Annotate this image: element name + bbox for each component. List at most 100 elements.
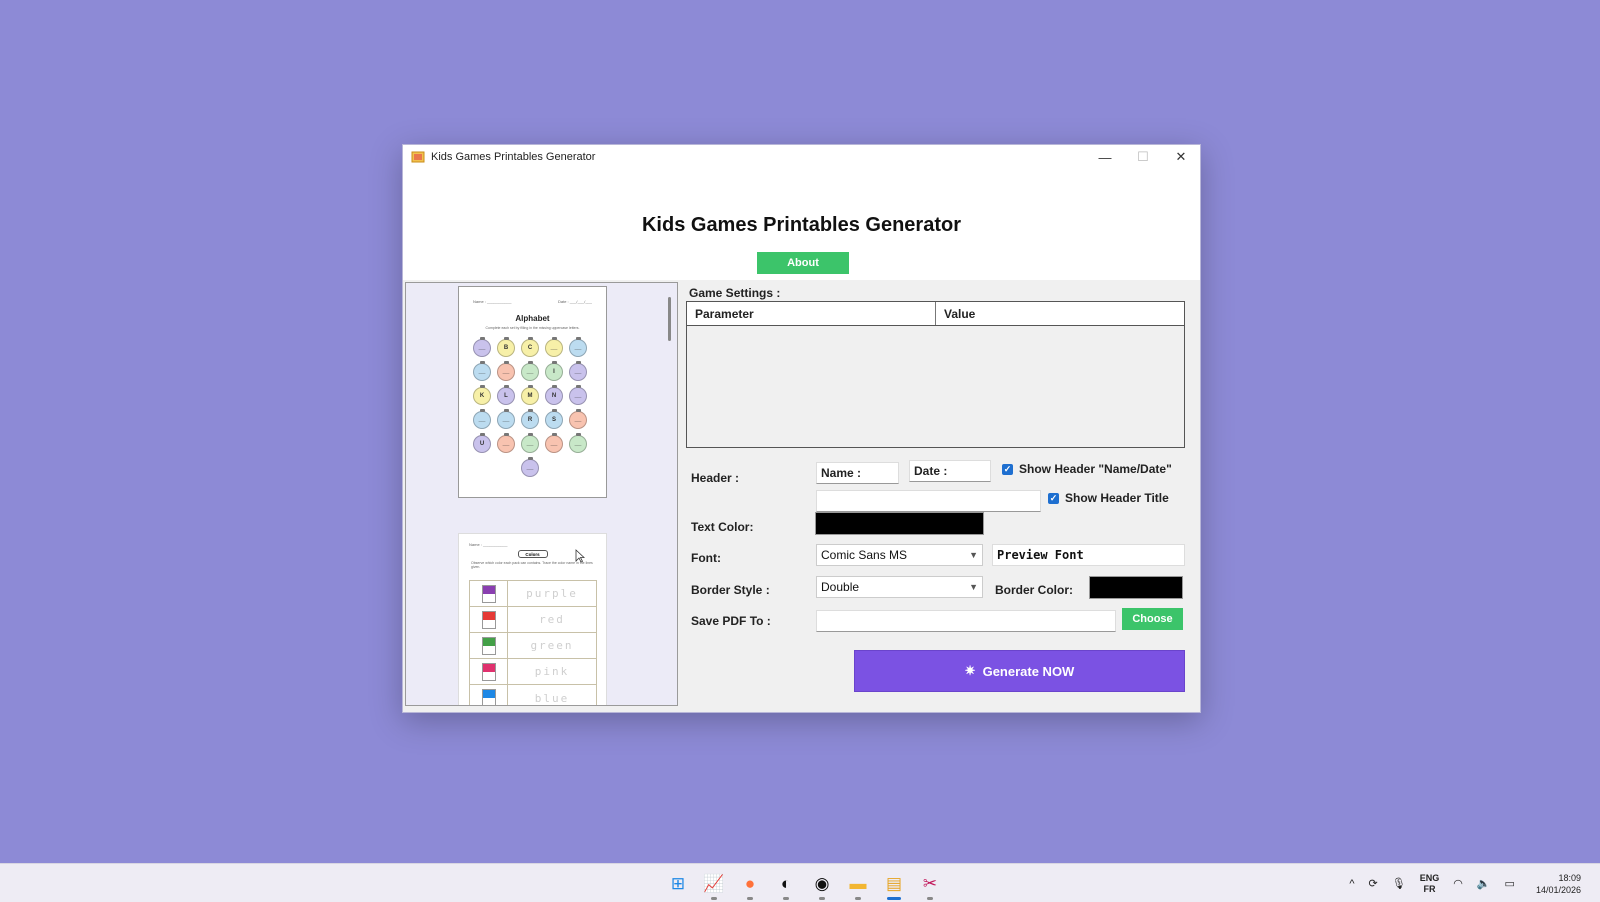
column-header-value[interactable]: Value bbox=[936, 302, 1184, 325]
page-name-label: Name : ___________ bbox=[473, 299, 512, 304]
letter-balls-grid: __ B C __ __ __ __ __ I __ K L M N __ __ __ R S __ U __ __ __ __… bbox=[473, 337, 595, 477]
color-trace-row: purple bbox=[470, 581, 596, 607]
border-color-swatch[interactable] bbox=[1089, 576, 1183, 599]
language-indicator[interactable]: ENG FR bbox=[1420, 873, 1440, 895]
text-color-swatch[interactable] bbox=[815, 512, 984, 535]
letter-ball: L bbox=[497, 385, 515, 405]
running-indicator bbox=[887, 897, 901, 900]
save-pdf-path-input[interactable] bbox=[816, 610, 1116, 632]
app-chart-glyph: 📈 bbox=[703, 873, 725, 893]
preview-scrollbar[interactable] bbox=[668, 297, 671, 341]
color-swatch-fill bbox=[482, 585, 495, 594]
generate-label: Generate NOW bbox=[982, 663, 1075, 679]
letter-ball: __ bbox=[497, 409, 515, 429]
preview-page-alphabet[interactable]: Name : ___________ Date : ___/___/___ Al… bbox=[458, 286, 607, 498]
preview-font-box: Preview Font bbox=[992, 544, 1185, 566]
taskbar-kids-games-app-icon[interactable]: ▤ bbox=[876, 864, 912, 902]
taskbar-start-icon[interactable]: ⊞ bbox=[660, 864, 696, 902]
letter-ball: __ bbox=[497, 433, 515, 453]
running-indicator bbox=[855, 897, 861, 900]
border-style-select[interactable]: Double ▼ bbox=[816, 576, 983, 598]
name-field[interactable]: Name : bbox=[816, 462, 899, 484]
battery-icon[interactable]: ▭ bbox=[1505, 877, 1515, 890]
generate-button[interactable]: ✷ Generate NOW bbox=[854, 650, 1185, 692]
page-name-label: Name : ___________ bbox=[469, 542, 508, 547]
text-color-label: Text Color: bbox=[691, 520, 754, 534]
start-glyph: ⊞ bbox=[670, 873, 686, 893]
letter-ball: S bbox=[545, 409, 563, 429]
taskbar-obs-icon[interactable]: ◉ bbox=[804, 864, 840, 902]
header-area: Kids Games Printables Generator About bbox=[403, 169, 1200, 280]
parameter-table[interactable]: Parameter Value bbox=[686, 301, 1185, 448]
letter-ball: __ bbox=[569, 361, 587, 381]
choose-button[interactable]: Choose bbox=[1122, 608, 1183, 630]
chevron-down-icon: ▼ bbox=[969, 550, 978, 560]
page-instructions: Complete each set by filling in the miss… bbox=[485, 326, 580, 330]
clock-date: 14/01/2026 bbox=[1535, 884, 1581, 895]
running-indicator bbox=[711, 897, 717, 900]
letter-ball: C bbox=[521, 337, 539, 357]
clock-time: 18:09 bbox=[1558, 872, 1581, 883]
clock[interactable]: 18:09 14/01/2026 bbox=[1529, 872, 1588, 896]
game-settings-label: Game Settings : bbox=[689, 286, 781, 300]
color-swatch-fill bbox=[482, 611, 495, 620]
show-header-namedate-label: Show Header "Name/Date" bbox=[1019, 462, 1172, 476]
color-swatch bbox=[481, 610, 496, 629]
page-title-alphabet: Alphabet bbox=[515, 314, 550, 323]
preview-page-colors[interactable]: Name : ___________ Colors Observe which … bbox=[458, 533, 607, 705]
save-pdf-label: Save PDF To : bbox=[691, 614, 771, 628]
letter-ball: U bbox=[473, 433, 491, 453]
page-header: Name : ___________ Date : ___/___/___ bbox=[459, 287, 606, 304]
running-indicator bbox=[819, 897, 825, 900]
minimize-button[interactable]: — bbox=[1086, 145, 1124, 169]
volume-icon[interactable]: 🔈 bbox=[1477, 877, 1491, 890]
letter-ball: __ bbox=[473, 409, 491, 429]
lang-bottom: FR bbox=[1423, 883, 1436, 894]
running-indicator bbox=[927, 897, 933, 900]
header-label: Header : bbox=[691, 471, 740, 485]
header-title-input[interactable] bbox=[816, 490, 1041, 512]
letter-ball: __ bbox=[497, 361, 515, 381]
running-indicator bbox=[783, 897, 789, 900]
color-trace-row: green bbox=[470, 633, 596, 659]
wifi-icon[interactable]: ◠ bbox=[1453, 877, 1463, 890]
trace-word: purple bbox=[526, 587, 578, 600]
maximize-button[interactable]: ☐ bbox=[1124, 145, 1162, 169]
taskbar: ⊞ 📈 ● ◐ ◉ ▬ ▤ ✂ ^ ⟳ 🎙 ENG FR ◠ 🔈 ▭ 18:09 14/01/… bbox=[0, 863, 1600, 902]
tray-chevron-icon[interactable]: ^ bbox=[1349, 878, 1354, 890]
taskbar-app-chart-icon[interactable]: 📈 bbox=[696, 864, 732, 902]
letter-ball: __ bbox=[569, 385, 587, 405]
sync-icon[interactable]: ⟳ bbox=[1369, 877, 1378, 890]
letter-ball: I bbox=[545, 361, 563, 381]
swatch-cell bbox=[470, 607, 508, 632]
checkbox-checked-icon: ✓ bbox=[1048, 492, 1059, 504]
lang-top: ENG bbox=[1419, 872, 1440, 883]
color-swatch bbox=[481, 584, 496, 603]
microphone-icon[interactable]: 🎙 bbox=[1392, 877, 1406, 890]
trace-word: red bbox=[539, 613, 565, 626]
window-controls: — ☐ ✕ bbox=[1086, 145, 1200, 169]
page-title-colors: Colors bbox=[517, 550, 548, 558]
sparkle-icon: ✷ bbox=[964, 663, 976, 678]
close-button[interactable]: ✕ bbox=[1162, 145, 1200, 169]
about-button[interactable]: About bbox=[757, 252, 849, 274]
font-label: Font: bbox=[691, 551, 721, 565]
color-trace-row: red bbox=[470, 607, 596, 633]
taskbar-firefox-icon[interactable]: ● bbox=[732, 864, 768, 902]
show-header-namedate-checkbox[interactable]: ✓ Show Header "Name/Date" bbox=[1002, 462, 1172, 476]
show-header-title-checkbox[interactable]: ✓ Show Header Title bbox=[1048, 491, 1169, 505]
color-swatch-fill bbox=[482, 637, 495, 646]
obs-glyph: ◉ bbox=[814, 873, 830, 893]
taskbar-file-explorer-icon[interactable]: ▬ bbox=[840, 864, 876, 902]
letter-ball: __ bbox=[545, 337, 563, 357]
column-header-parameter[interactable]: Parameter bbox=[687, 302, 936, 325]
letter-ball: M bbox=[521, 385, 539, 405]
taskbar-app-moon-icon[interactable]: ◐ bbox=[768, 864, 804, 902]
letter-ball: __ bbox=[569, 409, 587, 429]
font-select[interactable]: Comic Sans MS ▼ bbox=[816, 544, 983, 566]
swatch-cell bbox=[470, 581, 508, 606]
preview-pane[interactable]: Name : ___________ Date : ___/___/___ Al… bbox=[405, 282, 678, 706]
swatch-cell bbox=[470, 659, 508, 684]
date-field[interactable]: Date : bbox=[909, 460, 991, 482]
taskbar-snipping-tool-icon[interactable]: ✂ bbox=[912, 864, 948, 902]
